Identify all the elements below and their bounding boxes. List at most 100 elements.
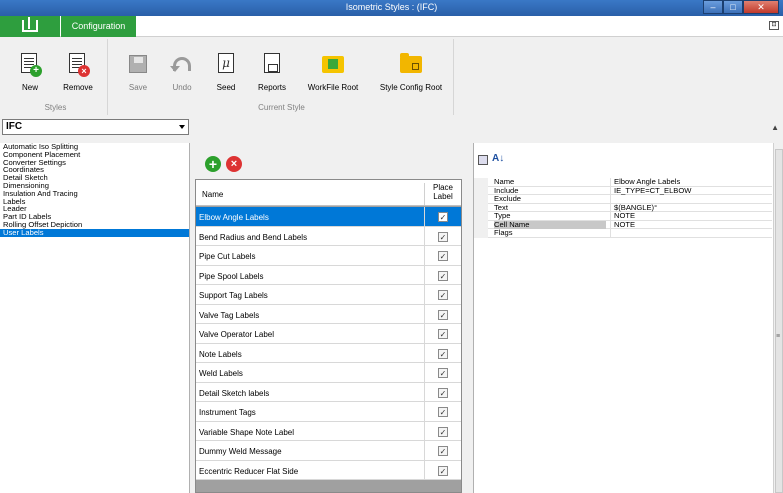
row-name: Pipe Spool Labels xyxy=(199,271,264,281)
row-name: Valve Operator Label xyxy=(199,330,275,339)
app-logo-icon xyxy=(22,17,38,32)
chevron-up-icon[interactable]: ▲ xyxy=(771,123,779,132)
place-label-checkbox[interactable]: ✓ xyxy=(438,407,448,417)
row-name: Note Labels xyxy=(199,349,242,359)
table-row[interactable]: Note Labels ✓ xyxy=(196,343,461,363)
column-divider xyxy=(424,285,425,304)
table-row[interactable]: Dummy Weld Message ✓ xyxy=(196,441,461,461)
current-style-group-label: Current Style xyxy=(258,103,305,112)
categorized-view-icon[interactable] xyxy=(478,155,488,165)
labels-grid: Name Place Label Elbow Angle Labels ✓ Bend… xyxy=(195,179,462,493)
maximize-button[interactable]: □ xyxy=(723,0,743,14)
column-divider xyxy=(424,441,425,460)
table-row[interactable]: Valve Operator Label ✓ xyxy=(196,324,461,344)
table-row[interactable]: Bend Radius and Bend Labels ✓ xyxy=(196,226,461,246)
reports-icon xyxy=(264,53,280,73)
new-button[interactable]: + New xyxy=(10,43,50,99)
row-name: Valve Tag Labels xyxy=(199,310,260,320)
property-row[interactable]: Cell Name NOTE xyxy=(488,220,772,229)
property-value[interactable]: NOTE xyxy=(610,220,772,229)
current-style-group: Save Undo μ Seed Reports WorkFile Root S… xyxy=(110,39,454,115)
table-row[interactable]: Weld Labels ✓ xyxy=(196,363,461,383)
table-row[interactable]: Variable Shape Note Label ✓ xyxy=(196,421,461,441)
row-name: Pipe Cut Labels xyxy=(199,252,256,261)
column-divider xyxy=(424,304,425,324)
seed-button[interactable]: μ Seed xyxy=(206,43,246,99)
property-value[interactable] xyxy=(610,229,772,238)
style-combo[interactable]: IFC xyxy=(2,119,189,135)
row-name: Weld Labels xyxy=(199,369,243,378)
property-key: Text xyxy=(494,202,508,212)
row-name: Support Tag Labels xyxy=(199,291,268,300)
column-divider xyxy=(424,207,425,226)
property-key: Flags xyxy=(494,228,513,237)
ribbon-collapse-icon[interactable]: ⊡ xyxy=(769,21,779,30)
grid-header: Name Place Label xyxy=(196,180,461,206)
table-row[interactable]: Detail Sketch labels ✓ xyxy=(196,382,461,402)
save-button[interactable]: Save xyxy=(118,43,158,99)
property-grid: A↓ Name Elbow Angle Labels Include IE_TYPE=… xyxy=(473,143,773,493)
place-label-checkbox[interactable]: ✓ xyxy=(438,231,448,242)
column-header-place-label[interactable]: Place Label xyxy=(424,183,461,205)
delete-row-icon[interactable]: × xyxy=(226,156,242,172)
column-divider xyxy=(424,343,425,363)
reports-button[interactable]: Reports xyxy=(250,43,294,99)
place-label-checkbox[interactable]: ✓ xyxy=(438,251,448,261)
column-divider xyxy=(424,226,425,246)
grid-toolbar: + × xyxy=(191,153,472,175)
table-row[interactable]: Elbow Angle Labels ✓ xyxy=(196,207,461,227)
workfile-folder-icon xyxy=(322,56,344,73)
table-row[interactable]: Pipe Cut Labels ✓ xyxy=(196,246,461,266)
column-divider xyxy=(424,246,425,265)
scrollbar-thumb[interactable] xyxy=(775,149,783,493)
column-divider xyxy=(424,265,425,285)
property-value[interactable]: IE_TYPE=CT_ELBOW xyxy=(610,186,772,195)
place-label-checkbox[interactable]: ✓ xyxy=(438,426,448,437)
styles-group-label: Styles xyxy=(44,103,67,112)
place-label-checkbox[interactable]: ✓ xyxy=(438,212,448,222)
table-row[interactable]: Instrument Tags ✓ xyxy=(196,402,461,422)
place-label-checkbox[interactable]: ✓ xyxy=(438,270,448,281)
add-row-icon[interactable]: + xyxy=(205,156,221,172)
category-item[interactable]: Labels xyxy=(0,197,189,206)
place-label-checkbox[interactable]: ✓ xyxy=(438,387,448,398)
category-item[interactable]: Insulation And Tracing xyxy=(0,189,189,198)
remove-button[interactable]: × Remove xyxy=(56,43,100,99)
property-row[interactable]: Flags xyxy=(488,228,772,238)
table-row[interactable]: Support Tag Labels ✓ xyxy=(196,285,461,305)
place-label-checkbox[interactable]: ✓ xyxy=(438,329,448,339)
table-row[interactable]: Eccentric Reducer Flat Side ✓ xyxy=(196,460,461,480)
category-item[interactable]: User Labels xyxy=(0,228,189,237)
undo-icon xyxy=(170,57,191,72)
place-label-checkbox[interactable]: ✓ xyxy=(438,348,448,359)
style-config-root-button[interactable]: Style Config Root xyxy=(372,43,450,99)
tab-configuration[interactable]: Configuration xyxy=(61,16,136,37)
style-combo-value: IFC xyxy=(6,121,23,132)
minimize-button[interactable]: – xyxy=(703,0,723,14)
save-icon xyxy=(129,55,147,73)
column-divider xyxy=(424,421,425,441)
place-label-checkbox[interactable]: ✓ xyxy=(438,290,448,300)
table-row[interactable]: Pipe Spool Labels ✓ xyxy=(196,265,461,285)
styles-group: + New × Remove Styles xyxy=(4,39,108,115)
place-label-checkbox[interactable]: ✓ xyxy=(438,309,448,320)
place-label-checkbox[interactable]: ✓ xyxy=(438,465,448,476)
row-name: Instrument Tags xyxy=(199,408,256,417)
workfile-root-button[interactable]: WorkFile Root xyxy=(300,43,366,99)
property-row[interactable]: Include IE_TYPE=CT_ELBOW xyxy=(488,186,772,195)
window-title: Isometric Styles : (IFC) xyxy=(345,2,438,12)
close-button[interactable]: ✕ xyxy=(743,0,779,14)
config-folder-icon xyxy=(400,53,422,73)
add-badge-icon: + xyxy=(30,65,42,77)
column-header-name[interactable]: Name xyxy=(202,190,223,199)
undo-button[interactable]: Undo xyxy=(162,43,202,99)
app-menu-button[interactable] xyxy=(0,16,60,37)
category-list: Automatic Iso Splitting Component Placeme… xyxy=(0,143,190,493)
table-row[interactable]: Valve Tag Labels ✓ xyxy=(196,304,461,324)
vertical-scrollbar[interactable]: ≡ xyxy=(773,143,783,493)
place-label-checkbox[interactable]: ✓ xyxy=(438,368,448,378)
alphabetical-sort-icon[interactable]: A↓ xyxy=(492,153,504,164)
seed-icon: μ xyxy=(218,53,234,73)
row-name: Detail Sketch labels xyxy=(199,388,270,398)
place-label-checkbox[interactable]: ✓ xyxy=(438,446,448,456)
